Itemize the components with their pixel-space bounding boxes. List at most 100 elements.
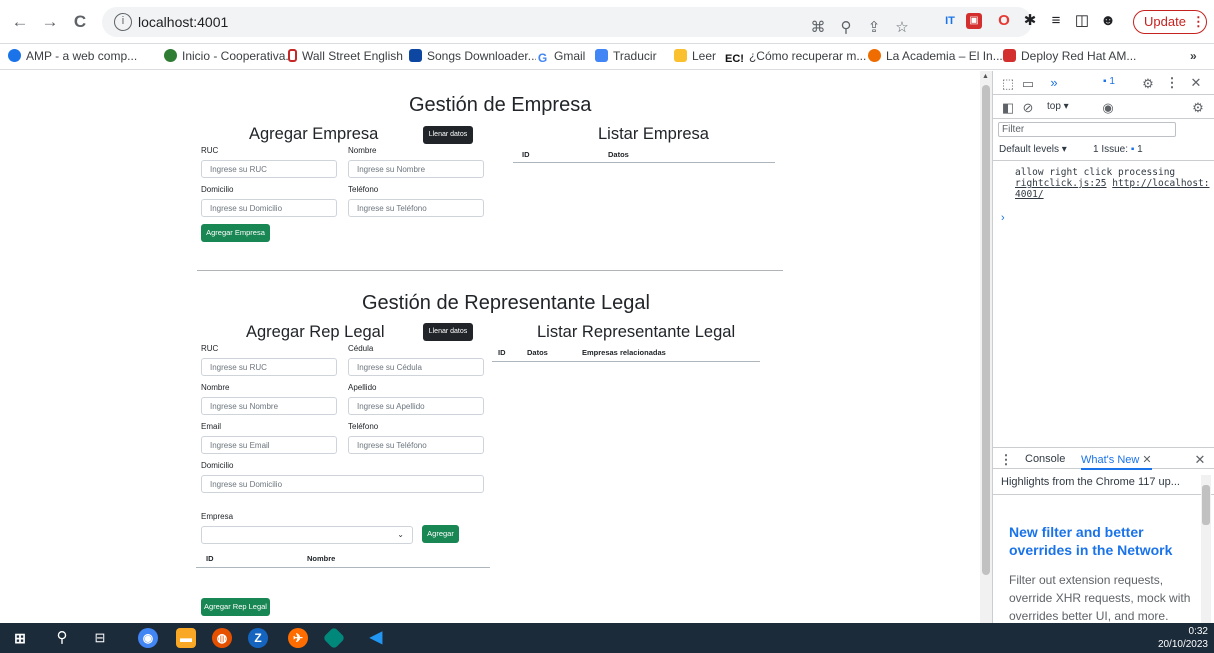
drawer-scrollbar[interactable]: [1201, 475, 1211, 623]
translate-icon[interactable]: ⌘: [808, 18, 828, 38]
kebab-menu-icon[interactable]: ⋮: [1163, 75, 1181, 91]
bookmark-favicon-icon: EC!: [725, 53, 744, 65]
extensions-puzzle-icon[interactable]: ✱: [1020, 11, 1040, 31]
bookmark-item[interactable]: Inicio - Cooperativa...: [164, 49, 295, 63]
firefox-app-icon[interactable]: ◍: [212, 628, 232, 648]
bookmark-label: Deploy Red Hat AM...: [1021, 49, 1137, 63]
empresa-select[interactable]: ⌄: [201, 526, 413, 544]
rep-table-divider: [492, 361, 760, 362]
bookmark-item[interactable]: Wall Street English: [288, 49, 403, 63]
close-icon[interactable]: ✕: [1187, 75, 1205, 91]
issues-label: 1 Issue:: [1093, 144, 1129, 155]
clock-time: 0:32: [1188, 626, 1208, 637]
empresa-nombre-input[interactable]: Ingrese su Nombre: [348, 160, 484, 178]
address-bar[interactable]: i localhost:4001 ⌘ ⚲ ⇪ ☆: [102, 7, 1032, 37]
console-prompt-icon[interactable]: ›: [1001, 212, 1005, 224]
bookmark-item[interactable]: Deploy Red Hat AM...: [1003, 49, 1136, 63]
bookmark-label: Inicio - Cooperativa...: [182, 49, 296, 63]
update-button[interactable]: Update ⋮: [1133, 10, 1207, 34]
device-toolbar-icon[interactable]: ▭: [1019, 76, 1037, 92]
close-drawer-icon[interactable]: ✕: [1191, 452, 1209, 468]
side-panel-icon[interactable]: ◫: [1072, 11, 1092, 31]
drawer-tab-bar: ⋮ Console What's New ✕ ✕: [993, 447, 1214, 470]
bookmark-item[interactable]: Songs Downloader...: [409, 49, 538, 63]
telefono-label: Teléfono: [348, 422, 379, 431]
task-view-icon[interactable]: ⊟: [90, 628, 110, 648]
search-icon[interactable]: ⚲: [52, 628, 72, 648]
llenar-datos-empresa-button[interactable]: Llenar datos: [423, 126, 473, 144]
info-icon[interactable]: i: [114, 13, 132, 31]
windows-start-icon[interactable]: ⊞: [10, 628, 30, 648]
more-tabs-icon[interactable]: »: [1045, 75, 1063, 90]
bookmark-label: Songs Downloader...: [427, 49, 538, 63]
bookmark-item[interactable]: EC! ¿Cómo recuperar m...: [725, 49, 866, 66]
zoom-app-icon[interactable]: Z: [248, 628, 268, 648]
agregar-rep-legal-button[interactable]: Agregar Rep Legal: [201, 598, 270, 616]
vscode-app-icon[interactable]: ◀: [366, 628, 386, 648]
log-source-link[interactable]: rightclick.js:25: [1015, 178, 1107, 189]
browser-toolbar: ← → C i localhost:4001 ⌘ ⚲ ⇪ ☆ IT ▣ O ✱ …: [0, 0, 1214, 44]
bookmark-item[interactable]: AMP - a web comp...: [8, 49, 137, 63]
bookmark-item[interactable]: Leer: [674, 49, 716, 63]
reading-list-icon[interactable]: ≡: [1046, 11, 1066, 31]
gear-icon[interactable]: ⚙: [1139, 76, 1157, 92]
rep-ruc-input[interactable]: Ingrese su RUC: [201, 358, 337, 376]
tab-console[interactable]: Console: [1025, 453, 1065, 465]
extension-translate-icon[interactable]: IT: [940, 11, 960, 31]
bookmark-star-icon[interactable]: ☆: [892, 18, 912, 38]
extension-pdf-icon[interactable]: ▣: [966, 13, 982, 29]
issues-link[interactable]: 1 Issue: ▪ 1: [1093, 144, 1143, 155]
clear-console-icon[interactable]: ⊘: [1019, 100, 1037, 116]
llenar-datos-rep-button[interactable]: Llenar datos: [423, 323, 473, 341]
update-label: Update: [1144, 14, 1186, 29]
default-levels-dropdown[interactable]: Default levels ▾: [999, 144, 1067, 155]
agregar-empresa-button[interactable]: Agregar Empresa: [201, 224, 270, 242]
gear-icon[interactable]: ⚙: [1189, 100, 1207, 116]
chrome-app-icon[interactable]: ◉: [138, 628, 158, 648]
reload-icon[interactable]: C: [68, 10, 92, 34]
git-app-icon[interactable]: [322, 626, 346, 650]
empresa-telefono-input[interactable]: Ingrese su Teléfono: [348, 199, 484, 217]
inspect-element-icon[interactable]: ⬚: [999, 76, 1017, 92]
tab-whats-new[interactable]: What's New ✕: [1081, 453, 1152, 470]
profile-avatar-icon[interactable]: ☻: [1098, 11, 1118, 31]
agregar-empresa-rep-button[interactable]: Agregar: [422, 525, 459, 543]
system-clock[interactable]: 0:32 20/10/2023: [1150, 625, 1208, 651]
bookmark-item[interactable]: La Academia – El In...: [868, 49, 1003, 63]
console-filter-input[interactable]: Filter: [998, 122, 1176, 137]
file-explorer-icon[interactable]: ▬: [176, 628, 196, 648]
forward-arrow-icon[interactable]: →: [38, 10, 62, 34]
scrollbar-thumb[interactable]: [1202, 485, 1210, 525]
drawer-menu-icon[interactable]: ⋮: [997, 452, 1015, 468]
empresa-ruc-input[interactable]: Ingrese su RUC: [201, 160, 337, 178]
rep-nombre-input[interactable]: Ingrese su Nombre: [201, 397, 337, 415]
postman-app-icon[interactable]: ✈: [288, 628, 308, 648]
sidebar-toggle-icon[interactable]: ◧: [999, 100, 1017, 116]
rep-telefono-input[interactable]: Ingrese su Teléfono: [348, 436, 484, 454]
extension-opera-icon[interactable]: O: [994, 11, 1014, 31]
scroll-up-icon[interactable]: ▲: [982, 73, 989, 80]
rep-cedula-input[interactable]: Ingrese su Cédula: [348, 358, 484, 376]
share-icon[interactable]: ⇪: [864, 18, 884, 38]
page-scrollbar[interactable]: ▲: [980, 71, 992, 623]
back-arrow-icon[interactable]: ←: [8, 10, 32, 34]
domicilio-label: Domicilio: [201, 185, 234, 194]
bookmark-favicon-icon: [595, 49, 608, 62]
cedula-label: Cédula: [348, 344, 374, 353]
eye-icon[interactable]: ◉: [1099, 100, 1117, 116]
bookmark-item[interactable]: Traducir: [595, 49, 657, 63]
bookmarks-overflow-button[interactable]: »: [1190, 49, 1197, 63]
rep-apellido-input[interactable]: Ingrese su Apellido: [348, 397, 484, 415]
whats-new-title[interactable]: New filter and better overrides in the N…: [1009, 523, 1199, 559]
empresa-domicilio-input[interactable]: Ingrese su Domicilio: [201, 199, 337, 217]
close-icon[interactable]: ✕: [1142, 454, 1151, 466]
context-selector[interactable]: top ▾: [1047, 101, 1069, 112]
scrollbar-thumb[interactable]: [982, 85, 990, 575]
zoom-icon[interactable]: ⚲: [836, 18, 856, 38]
issues-badge[interactable]: ▪ 1: [1103, 76, 1115, 87]
bookmark-item[interactable]: G Gmail: [536, 49, 585, 65]
email-label: Email: [201, 422, 222, 431]
rep-email-input[interactable]: Ingrese su Email: [201, 436, 337, 454]
bookmarks-bar: AMP - a web comp... Inicio - Cooperativa…: [0, 44, 1214, 70]
rep-domicilio-input[interactable]: Ingrese su Domicilio: [201, 475, 484, 493]
